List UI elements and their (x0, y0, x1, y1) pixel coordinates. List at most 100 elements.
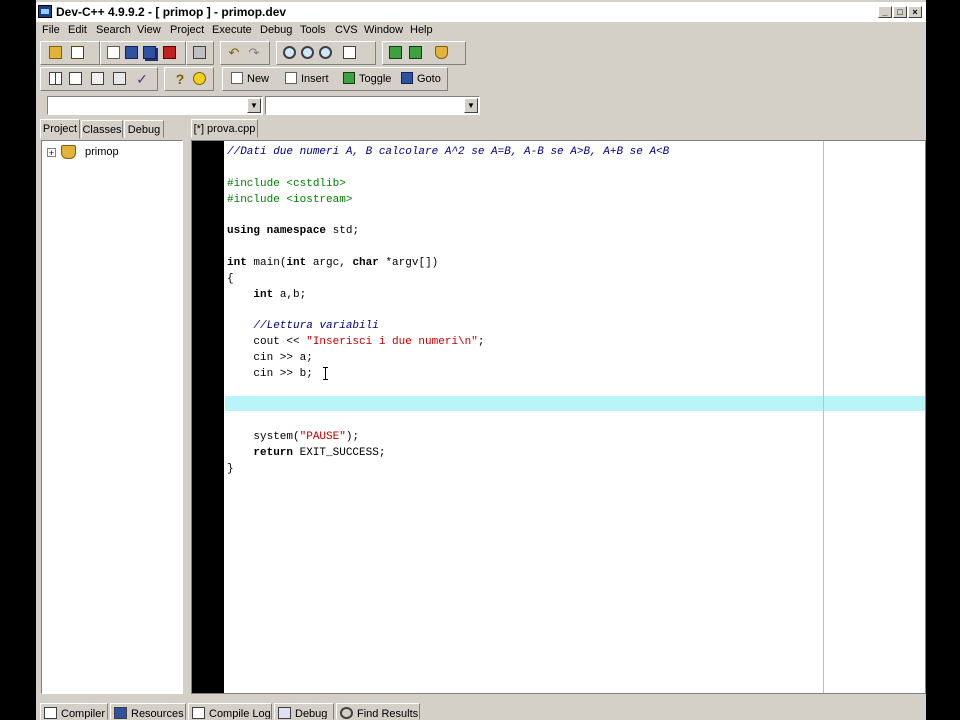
code-line[interactable]: #include <iostream> (227, 194, 352, 206)
save-all-icon (143, 46, 156, 59)
tab-resources-label: Resources (131, 708, 184, 720)
menu-help[interactable]: Help (410, 24, 433, 36)
printer-icon (193, 46, 206, 59)
menu-search[interactable]: Search (96, 24, 131, 36)
menu-execute[interactable]: Execute (212, 24, 252, 36)
code-line[interactable]: //Dati due numeri A, B calcolare A^2 se … (227, 146, 669, 158)
expand-icon[interactable]: + (47, 148, 56, 158)
code-editor[interactable]: //Dati due numeri A, B calcolare A^2 se … (191, 140, 926, 694)
open-project-button[interactable] (47, 45, 65, 61)
chevron-down-icon[interactable]: ▼ (464, 98, 478, 113)
code-line[interactable]: cin >> b; (227, 368, 312, 380)
code-line[interactable]: cin >> a; (227, 352, 312, 364)
member-combo[interactable]: ▼ (265, 96, 480, 115)
insert-icon (285, 72, 297, 84)
insert-label: Insert (301, 73, 329, 85)
run-button[interactable] (67, 71, 85, 87)
check-syntax-icon[interactable]: ✓ (133, 71, 151, 87)
edit-icon (71, 46, 84, 59)
maximize-button[interactable]: □ (893, 6, 907, 18)
save-all-button[interactable] (141, 45, 159, 61)
code-line[interactable]: cout << "Inserisci i due numeri\n"; (227, 336, 484, 348)
menu-project[interactable]: Project (170, 24, 204, 36)
find-next-button[interactable] (317, 45, 335, 61)
menu-file[interactable]: File (42, 24, 60, 36)
toolbar-bookmarks: New Insert Toggle Goto (222, 67, 448, 91)
redo-icon[interactable]: ↷ (245, 45, 263, 61)
insert-button[interactable]: Insert (285, 71, 329, 88)
toolbar-project (382, 41, 466, 65)
tab-debug[interactable]: Debug (124, 120, 164, 138)
toolbar-main (40, 41, 100, 65)
chevron-down-icon[interactable]: ▼ (247, 98, 261, 113)
class-combo[interactable]: ▼ (47, 96, 263, 115)
undo-icon[interactable]: ↶ (225, 45, 243, 61)
goto-line-icon (343, 46, 356, 59)
tab-compiler-label: Compiler (61, 708, 106, 720)
toggle-bookmark-button[interactable]: Toggle (343, 71, 391, 88)
remove-icon (409, 46, 422, 59)
code-line[interactable]: } (227, 463, 234, 475)
find-button[interactable] (281, 45, 299, 61)
close-button-tb[interactable] (161, 45, 179, 61)
right-margin-line (823, 141, 824, 693)
new-file-icon (107, 46, 120, 59)
project-options-button[interactable] (433, 45, 451, 61)
devcpp-window: Dev-C++ 4.9.9.2 - [ primop ] - primop.de… (36, 0, 926, 720)
menu-cvs[interactable]: CVS (335, 24, 358, 36)
window-title: Dev-C++ 4.9.9.2 - [ primop ] - primop.de… (56, 5, 287, 19)
about-button[interactable] (191, 71, 209, 87)
editor-tab[interactable]: [*] prova.cpp (191, 119, 258, 138)
code-line[interactable]: { (227, 273, 234, 285)
code-line[interactable]: #include <cstdlib> (227, 178, 346, 190)
save-icon (125, 46, 138, 59)
close-file-button[interactable] (69, 45, 87, 61)
tree-item-primop[interactable]: primop (85, 146, 119, 158)
tab-resources[interactable]: Resources (110, 703, 186, 720)
tab-compiler[interactable]: Compiler (40, 703, 108, 720)
options-icon (435, 46, 448, 59)
line-gutter (192, 141, 224, 693)
find-icon (283, 46, 296, 59)
goto-line-button[interactable] (341, 45, 359, 61)
grid-icon (44, 707, 57, 719)
code-line[interactable]: //Lettura variabili (227, 320, 378, 332)
menu-view[interactable]: View (137, 24, 161, 36)
tab-compile-log[interactable]: Compile Log (188, 703, 272, 720)
tab-project[interactable]: Project (40, 119, 80, 139)
toolbar-file (100, 41, 186, 65)
code-line[interactable]: int a,b; (227, 289, 306, 301)
print-button[interactable] (191, 45, 209, 61)
code-line[interactable]: using namespace std; (227, 225, 359, 237)
menu-window[interactable]: Window (364, 24, 403, 36)
tab-debug-output[interactable]: Debug (274, 703, 334, 720)
save-button[interactable] (123, 45, 141, 61)
smiley-icon (193, 72, 206, 85)
code-line[interactable]: system("PAUSE"); (227, 431, 359, 443)
new-class-button[interactable]: New (231, 71, 269, 88)
minimize-button[interactable]: _ (878, 6, 892, 18)
run-icon (69, 72, 82, 85)
find-next-icon (319, 46, 332, 59)
tab-find-results[interactable]: Find Results (336, 703, 420, 720)
replace-button[interactable] (299, 45, 317, 61)
help-icon[interactable]: ? (171, 71, 189, 87)
rebuild-button[interactable] (111, 71, 129, 87)
code-line[interactable]: int main(int argc, char *argv[]) (227, 257, 438, 269)
remove-from-project-button[interactable] (407, 45, 425, 61)
close-button[interactable]: × (908, 6, 922, 18)
title-bar: Dev-C++ 4.9.9.2 - [ primop ] - primop.de… (36, 2, 926, 22)
menu-debug[interactable]: Debug (260, 24, 292, 36)
code-line[interactable]: return EXIT_SUCCESS; (227, 447, 385, 459)
goto-bookmark-button[interactable]: Goto (401, 71, 441, 88)
compile-run-button[interactable] (89, 71, 107, 87)
tab-classes[interactable]: Classes (81, 120, 123, 138)
add-to-project-button[interactable] (387, 45, 405, 61)
new-file-button[interactable] (105, 45, 123, 61)
compile-button[interactable] (47, 71, 65, 87)
resources-icon (114, 707, 127, 719)
menu-tools[interactable]: Tools (300, 24, 326, 36)
project-tree[interactable]: + primop (41, 140, 183, 694)
menu-edit[interactable]: Edit (68, 24, 87, 36)
app-icon (38, 5, 52, 18)
